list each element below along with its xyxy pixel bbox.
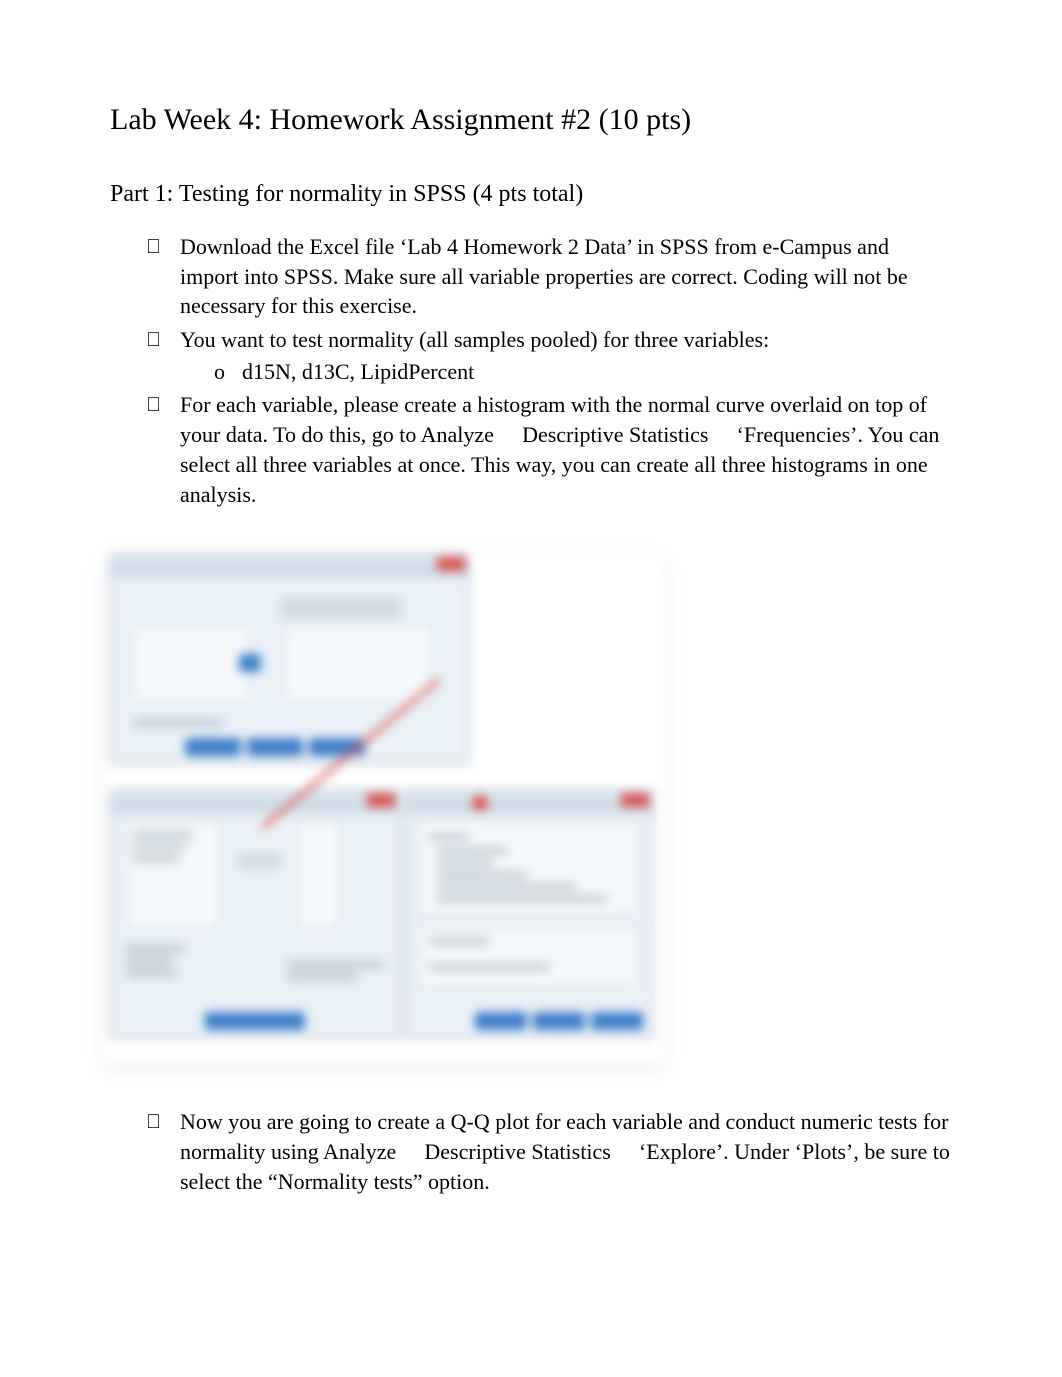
dialog-list-right: [283, 624, 433, 704]
dialog-titlebar: [405, 790, 653, 812]
dialog-panel: [297, 820, 341, 930]
dialog-text: [437, 860, 493, 866]
dialog-text: [437, 884, 577, 890]
sublist: o d15N, d13C, LipidPercent: [180, 357, 952, 387]
dialog-titlebar: [111, 790, 399, 812]
list-item-text: Download the Excel file ‘Lab 4 Homework …: [180, 234, 908, 318]
list-item-text: You want to test normality (all samples …: [180, 327, 769, 352]
close-icon: [437, 557, 465, 571]
bullet-icon: : [146, 1109, 160, 1136]
dialog-button: [475, 1012, 527, 1030]
dialog-titlebar: [111, 554, 469, 576]
bullet-icon: : [146, 392, 160, 419]
dialog-text: [125, 970, 177, 976]
dialog-field: [281, 598, 401, 618]
dialog-text: [125, 946, 185, 952]
dialog-text: [429, 938, 489, 944]
dialog-text: [133, 856, 179, 862]
page-title: Lab Week 4: Homework Assignment #2 (10 p…: [110, 100, 952, 139]
dialog-panel: [419, 926, 639, 988]
list-item:  Download the Excel file ‘Lab 4 Homewor…: [146, 232, 952, 321]
circle-bullet-icon: o: [214, 357, 225, 387]
list-item-text: Now you are going to create a Q-Q plot f…: [180, 1109, 950, 1193]
dialog-text: [133, 844, 185, 850]
close-icon: [621, 793, 649, 807]
list-item:  For each variable, please create a his…: [146, 390, 952, 509]
spss-screenshot-collage: [104, 553, 664, 1063]
sublist-item-text: d15N, d13C, LipidPercent: [242, 359, 474, 384]
spss-dialog-top: [110, 553, 470, 765]
dialog-text: [125, 958, 173, 964]
list-item-text: For each variable, please create a histo…: [180, 392, 939, 506]
dialog-list-left: [131, 624, 251, 704]
bullet-icon: : [146, 234, 160, 261]
spss-dialog-bottom-left: [110, 789, 400, 1039]
bullet-icon: : [146, 327, 160, 354]
list-item:  You want to test normality (all sample…: [146, 325, 952, 386]
dialog-button: [205, 1012, 305, 1030]
dialog-text: [287, 962, 383, 968]
dialog-button: [591, 1012, 643, 1030]
close-icon: [367, 793, 395, 807]
dialog-text: [133, 720, 223, 726]
dialog-text: [133, 832, 193, 838]
sublist-item: o d15N, d13C, LipidPercent: [214, 357, 952, 387]
dialog-text: [437, 848, 507, 854]
dialog-button: [533, 1012, 585, 1030]
list-item:  Now you are going to create a Q-Q plot…: [146, 1107, 952, 1196]
dialog-field: [237, 854, 281, 868]
dialog-text: [429, 834, 469, 840]
dialog-text: [429, 964, 549, 970]
dialog-button: [185, 738, 241, 756]
part1-list-continued:  Now you are going to create a Q-Q plot…: [110, 1107, 952, 1196]
move-right-icon: [239, 654, 261, 672]
dialog-button: [247, 738, 303, 756]
part1-list:  Download the Excel file ‘Lab 4 Homewor…: [110, 232, 952, 509]
spss-dialog-bottom-right: [404, 789, 654, 1039]
dialog-text: [287, 974, 357, 980]
dialog-text: [437, 872, 527, 878]
dialog-text: [437, 896, 607, 902]
part1-heading: Part 1: Testing for normality in SPSS (4…: [110, 181, 952, 208]
